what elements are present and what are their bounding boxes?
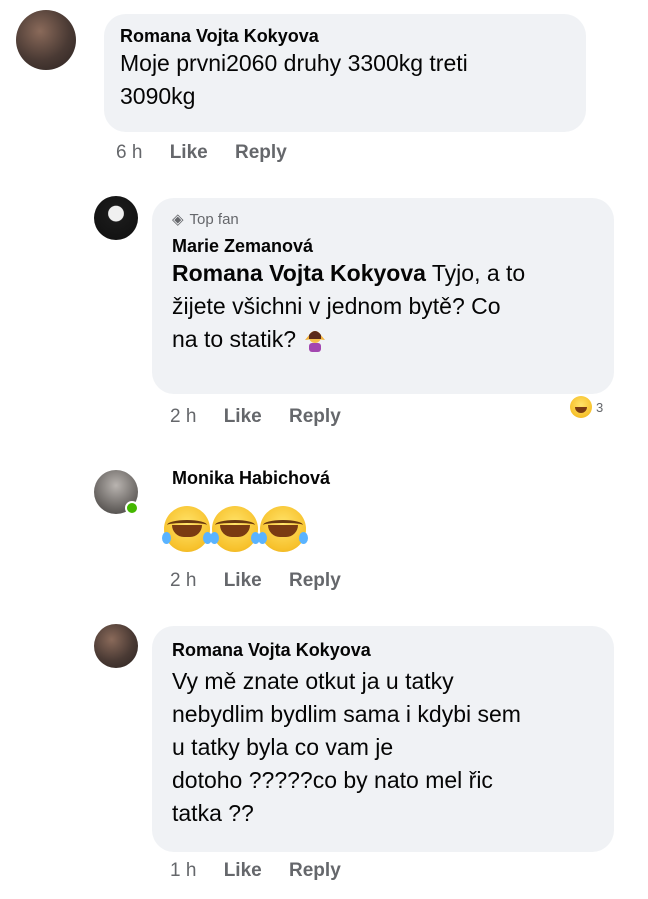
comment-text: Vy mě znate otkut ja u tatky nebydlim by… xyxy=(172,665,594,830)
comment-time[interactable]: 2 h xyxy=(170,570,196,591)
joy-emoji xyxy=(258,506,308,552)
reply-button[interactable]: Reply xyxy=(235,142,287,163)
comment-text-line: 3090kg xyxy=(120,83,196,109)
emoji-row xyxy=(162,506,308,552)
reply-button[interactable]: Reply xyxy=(289,860,341,881)
comment-text-line: u tatky byla co vam je xyxy=(172,734,394,760)
like-button[interactable]: Like xyxy=(224,860,262,881)
like-button[interactable]: Like xyxy=(170,142,208,163)
comment-text: Moje prvni2060 druhy 3300kg treti 3090kg xyxy=(120,47,570,113)
reply-button[interactable]: Reply xyxy=(289,406,341,427)
comment-text-line: Vy mě znate otkut ja u tatky xyxy=(172,668,454,694)
comment-text-line: nebydlim bydlim sama i kdybi sem xyxy=(172,701,521,727)
comment-time[interactable]: 6 h xyxy=(116,142,142,163)
comment-bubble: Romana Vojta Kokyova Vy mě znate otkut j… xyxy=(152,626,614,852)
comment-text: Romana Vojta Kokyova Tyjo, a to žijete v… xyxy=(172,257,594,356)
comment-time[interactable]: 2 h xyxy=(170,406,196,427)
top-fan-badge: ◈ Top fan xyxy=(172,210,594,229)
comment-meta: 2 h Like Reply xyxy=(170,406,363,428)
comment-text-line: tatka ?? xyxy=(172,800,254,826)
woman-shrugging-emoji xyxy=(305,330,326,352)
comment-bubble: Romana Vojta Kokyova Moje prvni2060 druh… xyxy=(104,14,586,132)
joy-emoji xyxy=(162,506,212,552)
comment-meta: 2 h Like Reply xyxy=(170,570,363,592)
comment-author[interactable]: Monika Habichová xyxy=(172,468,330,489)
mention-link[interactable]: Romana Vojta Kokyova xyxy=(172,260,426,286)
comment-text-line: Moje prvni2060 druhy 3300kg treti xyxy=(120,50,468,76)
comment-author[interactable]: Romana Vojta Kokyova xyxy=(120,26,570,47)
comment-time[interactable]: 1 h xyxy=(170,860,196,881)
comment-meta: 6 h Like Reply xyxy=(116,142,309,164)
comment-text-line: dotoho ?????co by nato mel řic xyxy=(172,767,493,793)
comment-text-line: žijete všichni v jednom bytě? Co xyxy=(172,293,501,319)
reaction-count: 3 xyxy=(596,399,604,415)
comment-author[interactable]: Romana Vojta Kokyova xyxy=(172,640,594,661)
comment-author[interactable]: Marie Zemanová xyxy=(172,236,594,257)
avatar[interactable] xyxy=(94,624,138,668)
avatar[interactable] xyxy=(94,196,138,240)
avatar[interactable] xyxy=(16,10,76,70)
laughing-emoji-icon xyxy=(570,396,592,418)
diamond-icon: ◈ xyxy=(172,211,184,228)
comment-text-line: na to statik? xyxy=(172,323,594,356)
comment-bubble: ◈ Top fan Marie Zemanová Romana Vojta Ko… xyxy=(152,198,614,394)
comment-text-line: Romana Vojta Kokyova Tyjo, a to xyxy=(172,257,594,290)
like-button[interactable]: Like xyxy=(224,406,262,427)
online-status-icon xyxy=(125,501,139,515)
comment-text-part: Tyjo, a to xyxy=(425,260,526,286)
comment-text-part: na to statik? xyxy=(172,326,297,352)
reply-button[interactable]: Reply xyxy=(289,570,341,591)
like-button[interactable]: Like xyxy=(224,570,262,591)
joy-emoji xyxy=(210,506,260,552)
reaction-summary[interactable]: 3 xyxy=(570,396,603,418)
top-fan-label: Top fan xyxy=(189,210,239,228)
comment-meta: 1 h Like Reply xyxy=(170,860,363,882)
